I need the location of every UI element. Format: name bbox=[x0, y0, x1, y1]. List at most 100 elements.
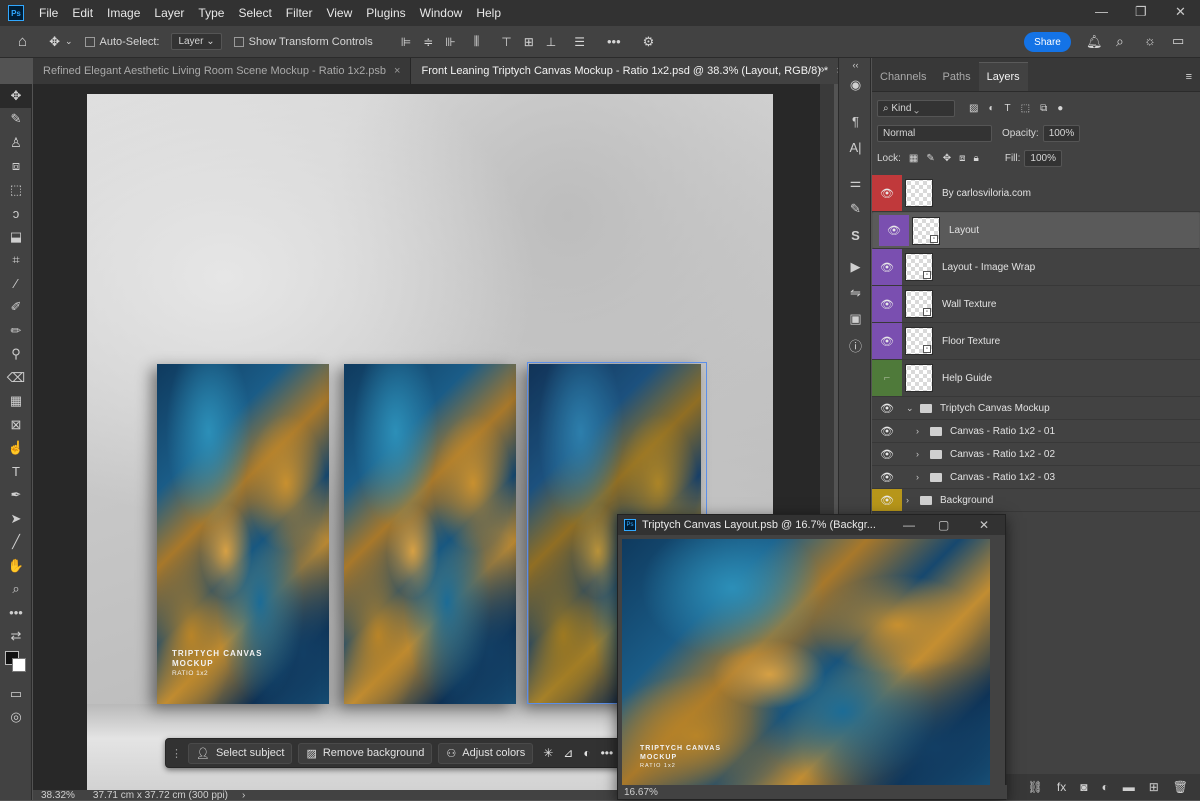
workspace-icon[interactable]: ▭ bbox=[1172, 33, 1184, 49]
menu-select[interactable]: Select bbox=[231, 6, 278, 20]
new-group-icon[interactable]: ▬ bbox=[1123, 780, 1135, 794]
tab-triptych[interactable]: Front Leaning Triptych Canvas Mockup - R… bbox=[411, 58, 854, 84]
eye-icon[interactable]: 👁︎ bbox=[872, 249, 902, 285]
eye-icon[interactable]: 👁︎ bbox=[872, 175, 902, 211]
transform-icon[interactable]: ⊿ bbox=[563, 746, 573, 760]
tab-channels[interactable]: Channels bbox=[872, 63, 934, 91]
hand-tool-icon[interactable]: ✋ bbox=[0, 554, 32, 578]
eye-icon[interactable]: 👁︎ bbox=[872, 489, 902, 511]
trash-icon[interactable]: 🗑︎ bbox=[1173, 780, 1188, 794]
panel-menu-icon[interactable]: ≡ bbox=[1186, 71, 1192, 91]
screen-mode-icon[interactable]: ▭ bbox=[0, 682, 32, 706]
move-tool-icon[interactable]: ✥ bbox=[0, 84, 32, 108]
group-row[interactable]: 👁︎ ⌄ Triptych Canvas Mockup bbox=[872, 397, 1200, 420]
quick-mask-icon[interactable]: ◎ bbox=[0, 706, 32, 730]
gradient-tool-icon[interactable]: ▦ bbox=[0, 390, 32, 414]
lock-paint-icon[interactable]: ✎ bbox=[926, 153, 934, 164]
floating-document-window[interactable]: Ps Triptych Canvas Layout.psb @ 16.7% (B… bbox=[617, 514, 1007, 800]
eye-icon[interactable]: 👁︎ bbox=[872, 443, 902, 465]
distribute-vertical-icon[interactable]: ☰ bbox=[574, 35, 585, 49]
type-tool-icon[interactable]: T bbox=[0, 460, 32, 484]
eraser-icon[interactable]: ⌫ bbox=[0, 366, 32, 390]
filter-smart-icon[interactable]: ⧉ bbox=[1040, 103, 1047, 114]
tab-layers[interactable]: Layers bbox=[978, 62, 1028, 91]
align-right-icon[interactable]: ⊪ bbox=[445, 35, 455, 49]
layer-row[interactable]: 👁︎ ▫ Layout - Image Wrap bbox=[872, 249, 1200, 286]
select-subject-button[interactable]: 👤︎ Select subject bbox=[188, 742, 293, 764]
minimize-icon[interactable]: — bbox=[1095, 4, 1108, 19]
chevron-right-icon[interactable]: › bbox=[916, 426, 926, 436]
eye-icon[interactable]: 👁︎ bbox=[872, 420, 902, 442]
menu-window[interactable]: Window bbox=[413, 6, 470, 20]
eye-icon[interactable]: 👁︎ bbox=[872, 323, 902, 359]
align-bottom-icon[interactable]: ⊥ bbox=[546, 35, 556, 49]
tab-paths[interactable]: Paths bbox=[934, 63, 978, 91]
eye-icon[interactable]: 👁︎ bbox=[872, 397, 902, 419]
character-icon[interactable]: A| bbox=[839, 134, 872, 160]
discover-icon[interactable]: ☼ bbox=[1144, 33, 1156, 48]
layer-row[interactable]: ⌐ Help Guide bbox=[872, 360, 1200, 397]
layout-canvas[interactable]: TRIPTYCH CANVAS MOCKUP RATIO 1x2 bbox=[622, 539, 990, 785]
filter-type-icon[interactable]: T bbox=[1005, 103, 1011, 114]
maximize-icon[interactable]: ❐ bbox=[1135, 4, 1147, 20]
smudge-tool-icon[interactable]: ☝ bbox=[0, 437, 32, 461]
zoom-level[interactable]: 38.32% bbox=[41, 790, 75, 801]
chevron-right-icon[interactable]: › bbox=[906, 495, 916, 505]
bell-icon[interactable]: 🔔︎ bbox=[1086, 34, 1103, 50]
group-row[interactable]: 👁︎ › Canvas - Ratio 1x2 - 03 bbox=[872, 466, 1200, 489]
layer-row[interactable]: 👁︎ ▫ Wall Texture bbox=[872, 286, 1200, 323]
group-row[interactable]: 👁︎ › Background bbox=[872, 489, 1200, 512]
adjust-colors-button[interactable]: ⚇ Adjust colors bbox=[438, 742, 534, 764]
lock-artboard-icon[interactable]: ⧈ bbox=[959, 153, 965, 164]
fill-input[interactable]: 100% bbox=[1024, 150, 1062, 167]
chevron-down-icon[interactable]: ⌄ bbox=[906, 403, 916, 414]
more-options-icon[interactable]: ••• bbox=[607, 34, 621, 49]
menu-layer[interactable]: Layer bbox=[147, 6, 191, 20]
eye-icon[interactable]: 👁︎ bbox=[872, 286, 902, 322]
more-tools-icon[interactable]: ••• bbox=[0, 601, 32, 625]
color-panel-icon[interactable]: ◉ bbox=[839, 72, 872, 98]
adjustments-icon[interactable]: ⚌ bbox=[839, 170, 872, 196]
marquee-tool-icon[interactable]: ⬚ bbox=[0, 178, 32, 202]
menu-file[interactable]: File bbox=[32, 6, 65, 20]
menu-filter[interactable]: Filter bbox=[279, 6, 320, 20]
play-icon[interactable]: ▶ bbox=[839, 254, 872, 280]
line-tool-icon[interactable]: ╱ bbox=[0, 531, 32, 555]
object-select-icon[interactable]: ⬓ bbox=[0, 225, 32, 249]
mask-icon[interactable]: ◐ bbox=[583, 746, 590, 760]
auto-select-checkbox[interactable]: Auto-Select: bbox=[84, 36, 159, 48]
move-tool-icon[interactable]: ✥ bbox=[49, 34, 60, 50]
chevron-right-icon[interactable]: › bbox=[916, 472, 926, 482]
history-icon[interactable]: ⇋ bbox=[839, 280, 872, 306]
path-select-icon[interactable]: ➤ bbox=[0, 507, 32, 531]
brush-tool-icon[interactable]: ✏ bbox=[0, 319, 32, 343]
window-title-bar[interactable]: Ps Triptych Canvas Layout.psb @ 16.7% (B… bbox=[618, 515, 1005, 535]
lock-move-icon[interactable]: ✥ bbox=[943, 153, 951, 164]
stamp-tool-icon[interactable]: ♙ bbox=[0, 131, 32, 155]
blend-mode-dropdown[interactable]: Normal bbox=[877, 125, 992, 142]
chevron-down-icon[interactable]: ⌄ bbox=[65, 36, 73, 47]
remove-background-button[interactable]: ▨ Remove background bbox=[298, 742, 433, 764]
share-button[interactable]: Share bbox=[1024, 32, 1071, 52]
minimize-icon[interactable]: — bbox=[903, 518, 915, 532]
filter-shape-icon[interactable]: ⬚ bbox=[1021, 103, 1030, 114]
opacity-input[interactable]: 100% bbox=[1042, 125, 1081, 142]
group-row[interactable]: 👁︎ › Canvas - Ratio 1x2 - 01 bbox=[872, 420, 1200, 443]
layer-row[interactable]: 👁︎ By carlosviloria.com bbox=[872, 175, 1200, 212]
tab-living-room[interactable]: Refined Elegant Aesthetic Living Room Sc… bbox=[33, 58, 412, 84]
filter-kind-dropdown[interactable]: ⌕ Kind ⌄ bbox=[877, 100, 955, 117]
adjustment-layer-icon[interactable]: ◐ bbox=[1101, 780, 1108, 794]
menu-edit[interactable]: Edit bbox=[65, 6, 100, 20]
eraser-tool-icon[interactable]: ✎ bbox=[0, 108, 32, 132]
crop-tool-icon[interactable]: ⌗ bbox=[0, 249, 32, 273]
filter-toggle-icon[interactable]: ● bbox=[1057, 103, 1063, 114]
fx-icon[interactable]: fx bbox=[1057, 780, 1066, 794]
libraries-icon[interactable]: ▣ bbox=[839, 306, 872, 332]
eye-icon[interactable]: 👁︎ bbox=[879, 215, 909, 246]
lock-all-icon[interactable]: 🔒︎ bbox=[974, 153, 979, 164]
gear-icon[interactable]: ⚙ bbox=[643, 34, 655, 50]
link-icon[interactable]: ⛓ bbox=[1028, 780, 1043, 794]
collapse-icon[interactable]: ‹‹ bbox=[839, 58, 872, 72]
drag-handle-icon[interactable]: ⋮ bbox=[171, 747, 182, 760]
sparkle-icon[interactable]: ✳ bbox=[543, 746, 553, 760]
